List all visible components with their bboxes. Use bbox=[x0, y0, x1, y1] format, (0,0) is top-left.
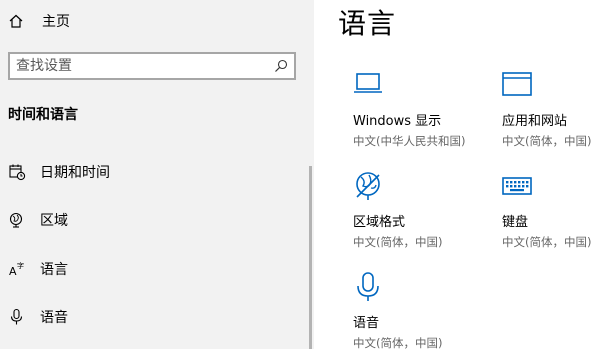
tile-subtitle: 中文(简体，中国) bbox=[502, 235, 592, 249]
sidebar-item-label: 区域 bbox=[40, 213, 68, 229]
tile-title: 语音 bbox=[353, 316, 380, 331]
sidebar-scrollbar[interactable] bbox=[309, 166, 312, 349]
tile-subtitle: 中文(中华人民共和国) bbox=[353, 134, 466, 148]
window-icon bbox=[502, 72, 532, 96]
home-link[interactable]: 主页 bbox=[8, 9, 70, 33]
tile-title: 应用和网站 bbox=[502, 114, 568, 129]
search-box[interactable] bbox=[8, 52, 296, 80]
language-icon: A 字 bbox=[9, 261, 24, 278]
sidebar-item-language[interactable]: A 字 语言 bbox=[8, 256, 68, 282]
tile-subtitle: 中文(简体，中国) bbox=[502, 134, 592, 148]
section-title: 时间和语言 bbox=[8, 107, 78, 123]
tile-keyboard[interactable]: 键盘 中文(简体，中国) bbox=[502, 171, 600, 250]
keyboard-icon bbox=[502, 177, 532, 195]
home-label: 主页 bbox=[42, 14, 70, 30]
monitor-icon bbox=[354, 73, 382, 93]
search-input[interactable] bbox=[10, 57, 274, 75]
svg-text:A: A bbox=[9, 265, 17, 278]
search-icon[interactable] bbox=[274, 59, 288, 73]
page-title: 语言 bbox=[338, 7, 397, 40]
sidebar-item-label: 日期和时间 bbox=[40, 165, 110, 181]
sidebar-item-date-time[interactable]: 日期和时间 bbox=[8, 159, 110, 185]
sidebar-item-speech[interactable]: 语音 bbox=[8, 304, 68, 330]
calendar-clock-icon bbox=[9, 164, 26, 181]
home-icon bbox=[9, 14, 23, 28]
tile-title: 区域格式 bbox=[353, 215, 406, 230]
tile-title: Windows 显示 bbox=[353, 114, 442, 129]
microphone-icon bbox=[10, 308, 23, 325]
tile-title: 键盘 bbox=[502, 215, 529, 230]
tile-regional-format[interactable]: 区域格式 中文(简体，中国) bbox=[353, 171, 493, 250]
microphone-icon bbox=[357, 272, 379, 301]
tile-windows-display[interactable]: Windows 显示 中文(中华人民共和国) bbox=[353, 70, 493, 149]
sidebar: 主页 时间和语言 日期和时间 区域 A 字 bbox=[0, 0, 314, 349]
sidebar-item-label: 语音 bbox=[40, 310, 68, 326]
globe-format-icon bbox=[356, 172, 380, 200]
tile-apps-websites[interactable]: 应用和网站 中文(简体，中国) bbox=[502, 70, 600, 149]
svg-text:字: 字 bbox=[17, 261, 24, 270]
sidebar-item-region[interactable]: 区域 bbox=[8, 207, 68, 233]
sidebar-item-label: 语言 bbox=[40, 262, 68, 278]
tile-subtitle: 中文(简体，中国) bbox=[353, 235, 443, 249]
globe-icon bbox=[9, 212, 23, 228]
tile-speech[interactable]: 语音 中文(简体，中国) bbox=[353, 272, 493, 351]
